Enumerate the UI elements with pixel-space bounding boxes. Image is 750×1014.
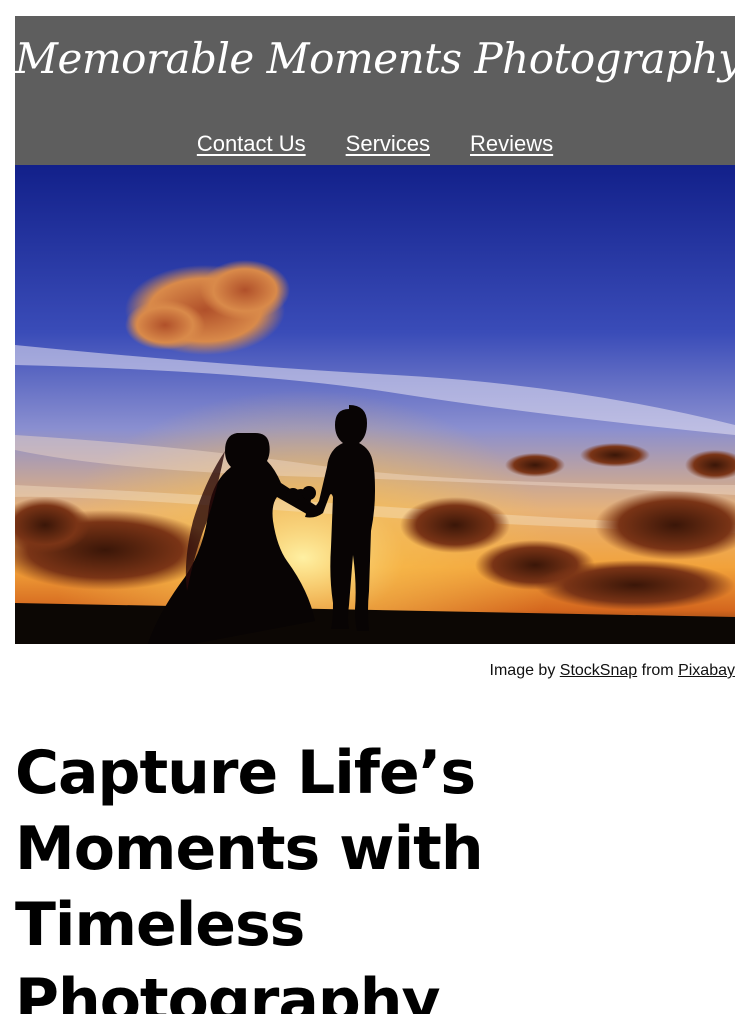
- page: Memorable Moments Photography Contact Us…: [0, 0, 750, 1014]
- hero-photo: [15, 165, 735, 644]
- nav-link-services[interactable]: Services: [346, 130, 430, 158]
- main-nav: Contact Us Services Reviews: [15, 130, 735, 158]
- hero-image: [15, 165, 735, 644]
- nav-link-contact-us[interactable]: Contact Us: [197, 130, 306, 158]
- credit-author-link[interactable]: StockSnap: [560, 662, 637, 679]
- image-credit: Image by StockSnap from Pixabay: [490, 660, 735, 682]
- nav-link-reviews[interactable]: Reviews: [470, 130, 553, 158]
- site-title[interactable]: Memorable Moments Photography: [15, 34, 742, 84]
- credit-prefix: Image by: [489, 662, 556, 679]
- credit-middle: from: [641, 662, 674, 679]
- page-headline: Capture Life’s Moments with Timeless Pho…: [15, 738, 484, 1014]
- site-header: Memorable Moments Photography Contact Us…: [15, 16, 742, 165]
- credit-source-link[interactable]: Pixabay: [678, 662, 735, 679]
